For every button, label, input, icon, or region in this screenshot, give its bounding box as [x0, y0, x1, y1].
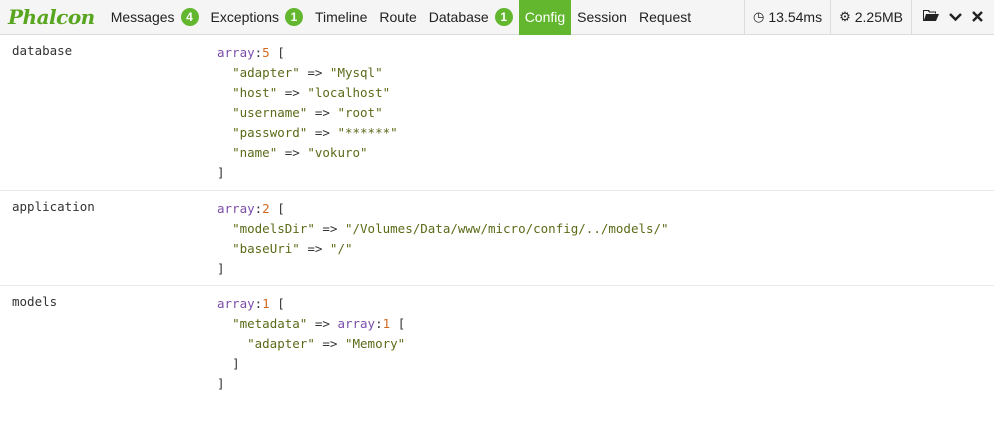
config-value: array:2 [ "modelsDir" => "/Volumes/Data/…: [205, 191, 669, 285]
array-entry: "baseUri" => "/": [232, 241, 353, 256]
toolbar-controls: [911, 0, 994, 35]
tab-label: Route: [379, 9, 417, 25]
array-close: ]: [217, 261, 225, 276]
tab-config[interactable]: Config: [518, 0, 572, 35]
array-entry: "adapter" => "Memory": [247, 336, 406, 351]
array-close: ]: [217, 165, 225, 180]
config-value: array:1 [ "metadata" => array:1 [ "adapt…: [205, 286, 405, 406]
array-entry: "adapter" => "Mysql": [232, 65, 383, 80]
config-row-application: application array:2 [ "modelsDir" => "/V…: [0, 191, 994, 286]
gears-icon: ⚙: [839, 9, 851, 24]
tab-messages[interactable]: Messages 4: [105, 0, 205, 35]
debug-toolbar: Phalcon Messages 4 Exceptions 1 Timeline…: [0, 0, 994, 35]
tab-request[interactable]: Request: [633, 0, 697, 35]
close-icon[interactable]: [972, 9, 983, 25]
tab-exceptions[interactable]: Exceptions 1: [205, 0, 309, 35]
phalcon-logo[interactable]: Phalcon: [8, 5, 95, 29]
tab-session[interactable]: Session: [571, 0, 633, 35]
config-value: array:5 [ "adapter" => "Mysql" "host" =>…: [205, 35, 398, 190]
timer-stat: ◷ 13.54ms: [744, 0, 830, 35]
array-entry: "host" => "localhost": [232, 85, 391, 100]
config-row-database: database array:5 [ "adapter" => "Mysql" …: [0, 35, 994, 191]
array-close: ]: [217, 376, 225, 391]
array-entry: "password" => "******": [232, 125, 398, 140]
count-badge: 1: [494, 8, 513, 26]
array-entry: "metadata" => array:1 [: [232, 316, 406, 331]
config-row-models: models array:1 [ "metadata" => array:1 […: [0, 286, 994, 406]
tab-database[interactable]: Database 1: [423, 0, 519, 35]
array-entry: "modelsDir" => "/Volumes/Data/www/micro/…: [232, 221, 669, 236]
clock-icon: ◷: [753, 9, 765, 24]
tab-label: Exceptions: [210, 9, 279, 25]
config-key: database: [12, 43, 73, 58]
array-entry: "username" => "root": [232, 105, 383, 120]
memory-value: 2.25MB: [854, 9, 903, 25]
config-key: models: [12, 294, 58, 309]
array-header: array:2 [: [217, 201, 285, 216]
tab-label: Request: [638, 9, 692, 25]
count-badge: 4: [180, 8, 199, 26]
config-key: application: [12, 199, 95, 214]
chevron-down-icon[interactable]: [949, 9, 962, 25]
array-header: array:5 [: [217, 45, 285, 60]
tab-label: Messages: [110, 9, 175, 25]
config-table: database array:5 [ "adapter" => "Mysql" …: [0, 35, 994, 406]
array-close: ]: [232, 356, 240, 371]
count-badge: 1: [285, 8, 303, 26]
tab-route[interactable]: Route: [373, 0, 422, 35]
tab-label: Config: [524, 9, 566, 25]
tab-label: Database: [428, 9, 489, 25]
tab-timeline[interactable]: Timeline: [309, 0, 373, 35]
memory-stat: ⚙ 2.25MB: [830, 0, 911, 35]
array-header: array:1 [: [217, 296, 285, 311]
time-value: 13.54ms: [768, 9, 823, 25]
folder-open-icon[interactable]: [923, 9, 939, 25]
tab-label: Session: [577, 9, 627, 25]
tab-label: Timeline: [315, 9, 368, 25]
array-entry: "name" => "vokuro": [232, 145, 368, 160]
